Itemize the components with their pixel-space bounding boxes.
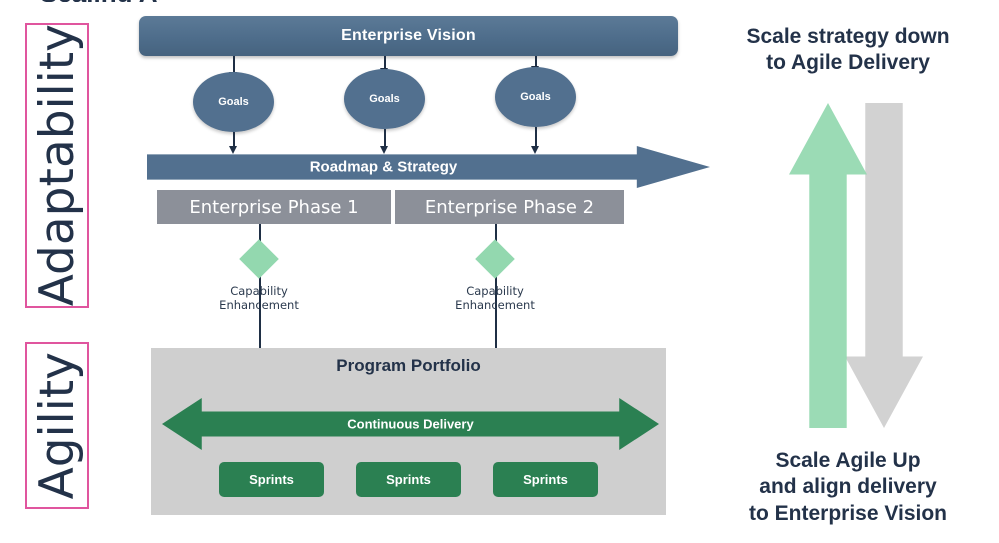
continuous-delivery-arrow-wrap: Continuous Delivery <box>162 398 659 450</box>
goal-label-1: Goals <box>218 96 249 108</box>
capability-label-2: Capability Enhancement <box>455 284 535 313</box>
category-label-agility: Agility <box>29 351 85 500</box>
goal-label-2: Goals <box>369 93 400 105</box>
capability-diamond-1 <box>239 239 279 279</box>
title-fragment-left: Scaling Agile <box>40 0 160 2</box>
connector-goal-roadmap-1 <box>233 132 235 147</box>
diagram-canvas: Scaling Agile Adaptability Agility Enter… <box>0 0 999 543</box>
capability-diamond-2 <box>475 239 515 279</box>
connector-goal-roadmap-2 <box>384 129 386 147</box>
connector-goal-roadmap-3 <box>535 127 537 147</box>
continuous-delivery-arrow <box>162 398 659 450</box>
program-portfolio-title: Program Portfolio <box>336 356 481 375</box>
enterprise-vision-label: Enterprise Vision <box>341 27 476 44</box>
sprint-label-2: Sprints <box>386 472 431 487</box>
category-label-adaptability: Adaptability <box>29 24 85 307</box>
sprint-pill-1: Sprints <box>219 462 324 497</box>
roadmap-strategy-arrow-wrap: Roadmap & Strategy <box>147 146 710 188</box>
goal-label-3: Goals <box>520 91 551 103</box>
category-box-adaptability: Adaptability <box>25 23 89 308</box>
phase-label-2: Enterprise Phase 2 <box>424 196 595 218</box>
sprint-label-3: Sprints <box>523 472 568 487</box>
scale-up-text: Scale Agile Up and align delivery to Ent… <box>749 449 947 525</box>
capability-label-1: Capability Enhancement <box>219 284 299 313</box>
connector-vision-goal-1 <box>233 56 235 73</box>
phase-bar-2: Enterprise Phase 2 <box>395 190 624 224</box>
goal-ellipse-3: Goals <box>495 67 576 127</box>
phase-bar-1: Enterprise Phase 1 <box>157 190 391 224</box>
scale-strategy-down-arrow <box>789 103 867 428</box>
scale-down-text: Scale strategy down to Agile Delivery <box>746 25 950 75</box>
roadmap-strategy-arrow <box>147 146 710 188</box>
sprint-pill-3: Sprints <box>493 462 598 497</box>
category-box-agility: Agility <box>25 342 89 509</box>
goal-ellipse-2: Goals <box>344 69 425 129</box>
enterprise-vision-bar: Enterprise Vision <box>139 16 678 56</box>
sprint-label-1: Sprints <box>249 472 294 487</box>
goal-ellipse-1: Goals <box>193 72 274 132</box>
sprint-pill-2: Sprints <box>356 462 461 497</box>
phase-label-1: Enterprise Phase 1 <box>189 196 359 218</box>
scale-agile-up-arrow <box>845 103 923 428</box>
